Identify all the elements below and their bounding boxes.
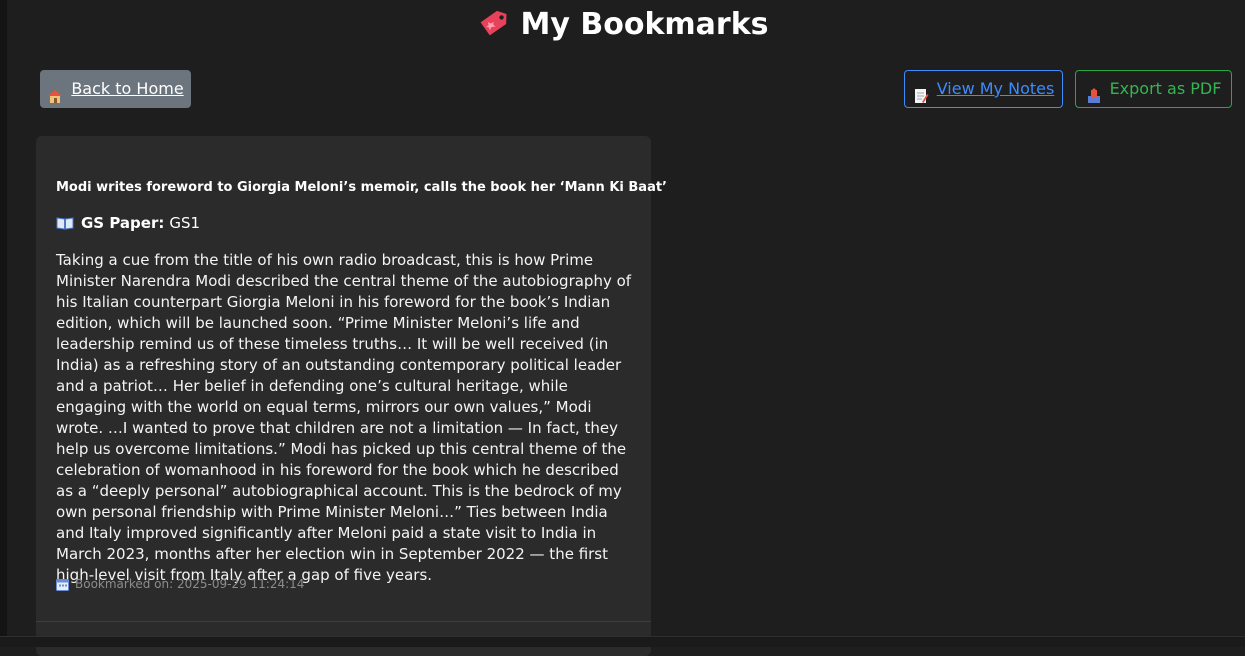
bookmarked-on-text: Bookmarked on: 2025-09-29 11:24:14 [75,577,305,591]
house-icon [47,81,63,103]
bookmarked-on-row: Bookmarked on: 2025-09-29 11:24:14 [56,577,304,591]
outbox-tray-icon [1086,81,1102,103]
bookmark-body-text: Taking a cue from the title of his own r… [56,251,632,584]
card-divider [36,621,651,622]
page-title-text: My Bookmarks [520,7,769,42]
export-pdf-button[interactable]: Export as PDF [1075,70,1232,108]
page-title: My Bookmarks [0,4,1245,44]
back-to-home-button[interactable]: Back to Home [40,70,191,108]
gs-paper-row: GS Paper: GS1 [56,214,200,232]
bookmark-tag-icon [477,4,513,40]
bottom-edge-bar [0,636,1245,647]
export-pdf-label: Export as PDF [1109,79,1222,98]
view-my-notes-label: View My Notes [936,79,1055,98]
gs-paper-label: GS Paper: [81,214,165,232]
bookmark-title: Modi writes foreword to Giorgia Meloni’s… [56,180,667,195]
open-book-icon [56,216,74,230]
window-left-edge [0,0,7,646]
back-to-home-label: Back to Home [71,79,184,98]
gs-paper-value: GS1 [169,214,201,232]
view-my-notes-button[interactable]: View My Notes [904,70,1063,108]
bookmark-card: Modi writes foreword to Giorgia Meloni’s… [36,136,667,656]
calendar-icon [56,578,69,591]
memo-icon [913,81,929,103]
